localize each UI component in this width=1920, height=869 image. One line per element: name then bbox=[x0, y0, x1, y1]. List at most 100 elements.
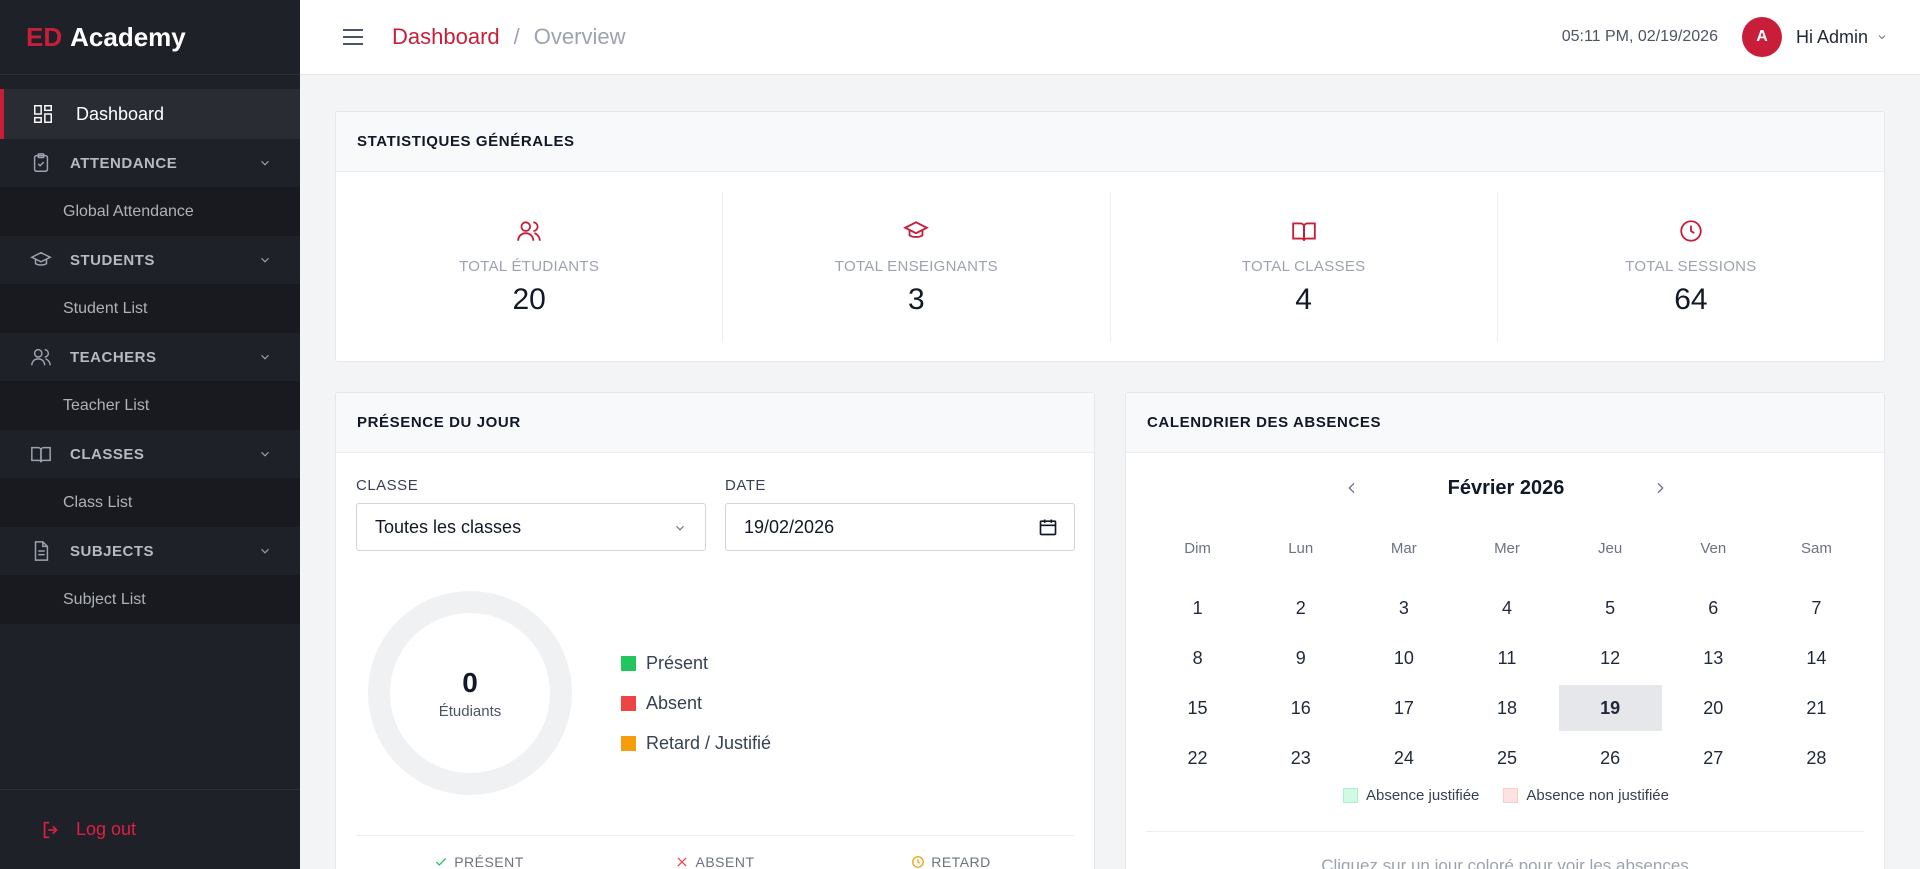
calendar-weekdays: Dim Lun Mar Mer Jeu Ven Sam bbox=[1146, 533, 1868, 563]
calendar-week: 1234567 bbox=[1146, 583, 1868, 633]
sidebar-item-subject-list[interactable]: Subject List bbox=[0, 575, 300, 624]
tab-absent[interactable]: ABSENT bbox=[602, 854, 828, 869]
chevron-left-icon[interactable] bbox=[1344, 480, 1360, 496]
legend-label: Retard / Justifié bbox=[646, 732, 772, 753]
chevron-down-icon bbox=[261, 160, 269, 166]
graduation-cap-icon bbox=[30, 251, 52, 266]
legend-swatch bbox=[1503, 788, 1519, 803]
sidebar-group-attendance[interactable]: ATTENDANCE bbox=[0, 139, 300, 187]
legend-swatch bbox=[621, 695, 636, 711]
chevron-right-icon[interactable] bbox=[1652, 480, 1668, 496]
stat-value: 64 bbox=[1674, 282, 1708, 316]
breadcrumb-root[interactable]: Dashboard bbox=[392, 24, 500, 50]
brand-name: Academy bbox=[70, 21, 186, 52]
hamburger-menu-icon[interactable] bbox=[342, 28, 364, 46]
donut-label: Étudiants bbox=[438, 702, 502, 720]
tab-label: PRÉSENT bbox=[454, 854, 524, 869]
stat-value: 20 bbox=[512, 282, 546, 316]
calendar-day[interactable]: 21 bbox=[1765, 685, 1868, 731]
calendar-icon[interactable] bbox=[1038, 517, 1058, 537]
book-open-icon bbox=[1291, 221, 1316, 241]
sidebar-item-global-attendance[interactable]: Global Attendance bbox=[0, 187, 300, 236]
calendar-month: Février 2026 bbox=[1447, 476, 1565, 499]
sidebar-group-students[interactable]: STUDENTS bbox=[0, 236, 300, 284]
calendar-day[interactable]: 20 bbox=[1662, 685, 1765, 731]
sidebar-item-student-list[interactable]: Student List bbox=[0, 284, 300, 333]
sidebar-item-dashboard[interactable]: Dashboard bbox=[0, 89, 300, 139]
calendar-day[interactable]: 14 bbox=[1765, 635, 1868, 681]
calendar-week: 15 16 17 18 19 20 21 bbox=[1146, 683, 1868, 733]
breadcrumb-separator: / bbox=[513, 24, 520, 49]
document-icon bbox=[34, 541, 49, 561]
attendance-legend: Présent Absent Retard / Justifié bbox=[621, 643, 771, 763]
calendar-day-today[interactable]: 19 bbox=[1558, 685, 1662, 731]
calendar-day[interactable]: 22 bbox=[1146, 735, 1249, 781]
calendar-day[interactable]: 3 bbox=[1352, 585, 1455, 631]
breadcrumb-current: Overview bbox=[533, 24, 626, 49]
users-icon bbox=[517, 220, 541, 241]
calendar-day[interactable]: 15 bbox=[1146, 685, 1249, 731]
calendar-day[interactable]: 13 bbox=[1662, 635, 1765, 681]
check-icon bbox=[436, 858, 447, 866]
calendar-day[interactable]: 23 bbox=[1249, 735, 1352, 781]
calendar-day[interactable]: 1 bbox=[1146, 585, 1249, 631]
tab-label: ABSENT bbox=[695, 854, 755, 869]
legend-swatch bbox=[621, 735, 636, 751]
chevron-down-icon[interactable] bbox=[1876, 31, 1888, 43]
sidebar-group-classes[interactable]: CLASSES bbox=[0, 430, 300, 478]
calendar-day[interactable]: 6 bbox=[1662, 585, 1765, 631]
legend-swatch bbox=[1342, 788, 1358, 803]
calendar-day[interactable]: 10 bbox=[1352, 635, 1455, 681]
calendar-day[interactable]: 8 bbox=[1146, 635, 1249, 681]
calendar-day[interactable]: 5 bbox=[1559, 585, 1662, 631]
calendar-day[interactable]: 26 bbox=[1559, 735, 1662, 781]
tab-late[interactable]: RETARD bbox=[828, 854, 1074, 869]
calendar-week: 22 23 24 25 26 27 28 bbox=[1146, 733, 1868, 783]
calendar-day[interactable]: 12 bbox=[1559, 635, 1662, 681]
tab-present[interactable]: PRÉSENT bbox=[356, 854, 602, 869]
avatar[interactable]: A bbox=[1741, 17, 1782, 57]
stat-total-sessions: TOTAL SESSIONS 64 bbox=[1498, 192, 1884, 342]
legend-label: Présent bbox=[646, 652, 709, 673]
calendar-day[interactable]: 2 bbox=[1249, 585, 1352, 631]
logout-button[interactable]: Log out bbox=[0, 789, 300, 869]
card-title: CALENDRIER DES ABSENCES bbox=[1126, 393, 1884, 453]
calendar-day[interactable]: 25 bbox=[1455, 735, 1558, 781]
legend-item-late: Retard / Justifié bbox=[621, 723, 771, 763]
calendar-week: 8 9 10 11 12 13 14 bbox=[1146, 633, 1868, 683]
users-icon bbox=[31, 348, 51, 366]
sidebar-group-subjects[interactable]: SUBJECTS bbox=[0, 527, 300, 575]
stat-total-students: TOTAL ÉTUDIANTS 20 bbox=[336, 192, 724, 342]
legend-label: Absent bbox=[646, 692, 703, 713]
calendar-hint: Cliquez sur un jour coloré pour voir les… bbox=[1146, 831, 1864, 869]
calendar-day[interactable]: 11 bbox=[1455, 635, 1558, 681]
calendar-day[interactable]: 17 bbox=[1352, 685, 1455, 731]
sidebar-item-teacher-list[interactable]: Teacher List bbox=[0, 381, 300, 430]
sidebar-item-class-list[interactable]: Class List bbox=[0, 478, 300, 527]
datetime: 05:11 PM, 02/19/2026 bbox=[1561, 28, 1718, 45]
book-open-icon bbox=[31, 446, 51, 463]
absence-calendar-card: CALENDRIER DES ABSENCES Février 2026 Dim… bbox=[1125, 392, 1885, 869]
clipboard-check-icon bbox=[33, 153, 49, 172]
sidebar-group-teachers[interactable]: TEACHERS bbox=[0, 333, 300, 381]
calendar-day[interactable]: 9 bbox=[1249, 635, 1352, 681]
weekday-label: Jeu bbox=[1598, 539, 1623, 557]
calendar-day[interactable]: 7 bbox=[1765, 585, 1868, 631]
calendar-day[interactable]: 24 bbox=[1352, 735, 1455, 781]
breadcrumb: Dashboard / Overview bbox=[392, 24, 625, 50]
calendar-day[interactable]: 28 bbox=[1765, 735, 1868, 781]
legend-item-justified: Absence justifiée bbox=[1342, 787, 1479, 804]
sidebar-group-label: SUBJECTS bbox=[70, 542, 155, 560]
calendar-day[interactable]: 18 bbox=[1455, 685, 1558, 731]
brand-logo[interactable]: ED Academy bbox=[0, 0, 300, 75]
calendar-day[interactable]: 27 bbox=[1662, 735, 1765, 781]
calendar-day[interactable]: 16 bbox=[1249, 685, 1352, 731]
stat-label: TOTAL SESSIONS bbox=[1625, 257, 1757, 275]
date-input[interactable]: 19/02/2026 bbox=[725, 503, 1075, 551]
calendar-day[interactable]: 4 bbox=[1455, 585, 1558, 631]
sidebar-group-label: ATTENDANCE bbox=[70, 154, 178, 172]
user-greeting[interactable]: Hi Admin bbox=[1796, 27, 1868, 48]
weekday-label: Mer bbox=[1494, 539, 1520, 557]
class-select[interactable]: Toutes les classes bbox=[356, 503, 706, 551]
legend-item-unjustified: Absence non justifiée bbox=[1503, 787, 1669, 804]
